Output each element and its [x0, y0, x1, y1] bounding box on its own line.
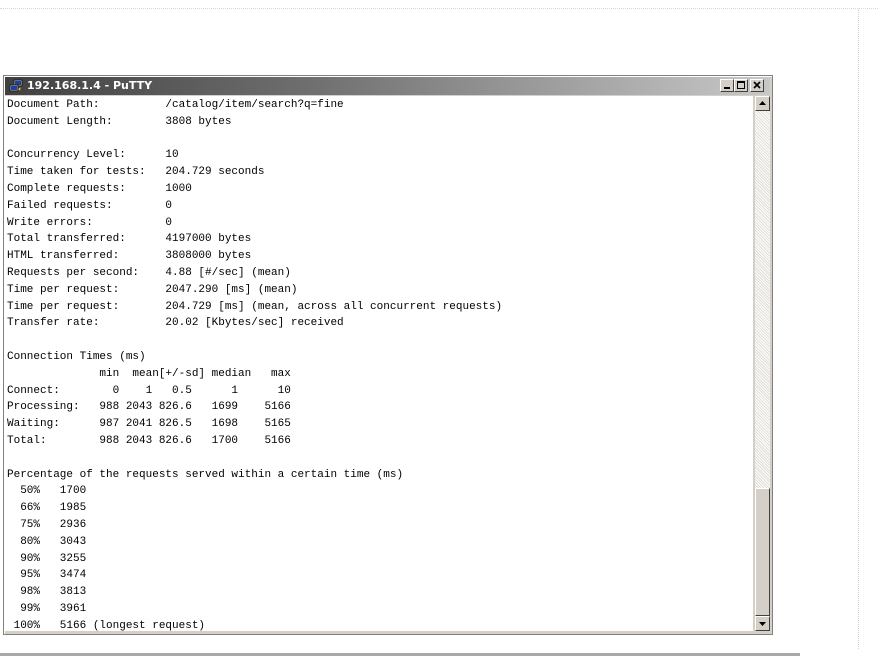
terminal-line: 98% 3813: [7, 586, 87, 599]
vertical-scrollbar[interactable]: [755, 96, 770, 631]
page-bottom-bar: [0, 653, 800, 656]
terminal-line: 75% 2936: [7, 519, 87, 531]
terminal-line: 99% 3961: [7, 603, 87, 615]
terminal-line: 50% 1700: [7, 485, 87, 498]
terminal-line: Requests per second: 4.88 [#/sec] (mean): [7, 267, 291, 279]
terminal-line: Write errors: 0: [7, 216, 173, 229]
arrow-up-icon: [759, 101, 766, 105]
scrollbar-thumb[interactable]: [755, 488, 770, 616]
scroll-up-button[interactable]: [755, 96, 770, 111]
putty-window[interactable]: 192.168.1.4 - PuTTY Document Path: /cata…: [3, 75, 773, 635]
title-bar[interactable]: 192.168.1.4 - PuTTY: [5, 77, 770, 95]
terminal-line: 66% 1985: [7, 502, 87, 515]
page-right-divider: [858, 9, 860, 649]
terminal-line: 100% 5166 (longest request): [7, 619, 206, 631]
terminal-line: Total transferred: 4197000 bytes: [7, 233, 252, 246]
terminal-line: Complete requests: 1000: [7, 183, 192, 195]
window-title: 192.168.1.4 - PuTTY: [27, 79, 153, 92]
terminal-line: Percentage of the requests served within…: [7, 468, 404, 481]
terminal-line: Concurrency Level: 10: [7, 149, 179, 162]
terminal-line: 80% 3043: [7, 535, 87, 548]
terminal-line: Time taken for tests: 204.729 seconds: [7, 166, 265, 179]
page-top-divider: [0, 8, 878, 9]
terminal-line: Connect: 0 1 0.5 1 10: [7, 384, 291, 397]
maximize-button[interactable]: [734, 79, 748, 92]
terminal-line: Document Path: /catalog/item/search?q=fi…: [7, 99, 344, 111]
minimize-button[interactable]: [720, 79, 734, 92]
terminal-output[interactable]: Document Path: /catalog/item/search?q=fi…: [5, 96, 753, 631]
terminal-line: Failed requests: 0: [7, 199, 173, 212]
scroll-down-button[interactable]: [755, 616, 770, 631]
terminal-line: 95% 3474: [7, 569, 87, 582]
terminal-line: Connection Times (ms): [7, 351, 146, 363]
terminal-line: HTML transferred: 3808000 bytes: [7, 250, 252, 263]
terminal-line: min mean[+/-sd] median max: [7, 367, 291, 380]
terminal-line: Processing: 988 2043 826.6 1699 5166: [7, 401, 291, 414]
close-icon: [753, 81, 761, 89]
arrow-down-icon: [759, 622, 766, 626]
terminal-line: Transfer rate: 20.02 [Kbytes/sec] receiv…: [7, 317, 344, 330]
close-button[interactable]: [750, 79, 764, 92]
terminal-line: Document Length: 3808 bytes: [7, 115, 232, 128]
terminal-line: 90% 3255: [7, 552, 87, 565]
maximize-icon: [737, 81, 745, 89]
putty-icon[interactable]: [9, 79, 23, 93]
terminal-line: Time per request: 2047.290 [ms] (mean): [7, 283, 298, 296]
minimize-icon: [724, 87, 730, 89]
terminal-line: Time per request: 204.729 [ms] (mean, ac…: [7, 300, 503, 313]
terminal-line: Total: 988 2043 826.6 1700 5166: [7, 435, 291, 447]
terminal-line: Waiting: 987 2041 826.5 1698 5165: [7, 418, 291, 431]
